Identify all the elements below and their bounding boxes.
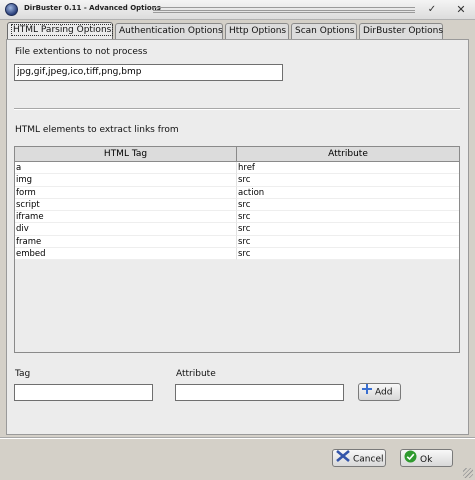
attribute-label: Attribute <box>176 369 216 379</box>
tab-label: Http Options <box>229 26 287 36</box>
tag-cell[interactable]: script <box>15 198 237 212</box>
cancel-button[interactable]: Cancel <box>332 449 386 467</box>
tab-label: Scan Options <box>295 26 355 36</box>
attribute-cell[interactable]: src <box>237 223 459 236</box>
window-title: DirBuster 0.11 - Advanced Options <box>24 4 161 12</box>
table-row[interactable]: script src <box>15 198 459 212</box>
extensions-label: File extentions to not process <box>15 47 148 57</box>
tag-cell[interactable]: iframe <box>15 211 237 224</box>
tab-label: HTML Parsing Options <box>11 24 114 36</box>
footer-divider <box>0 437 475 439</box>
table-header: HTML Tag Attribute <box>15 147 459 162</box>
table-row[interactable]: img src <box>15 174 459 187</box>
tab-dirbuster-options[interactable]: DirBuster Options <box>359 23 443 39</box>
section-divider <box>14 108 460 110</box>
add-button[interactable]: Add <box>358 383 401 401</box>
elements-label: HTML elements to extract links from <box>15 125 179 135</box>
attribute-cell[interactable]: href <box>237 162 459 175</box>
check-circle-icon <box>404 450 417 469</box>
tab-label: Authentication Options <box>119 26 223 36</box>
ok-button[interactable]: Ok <box>400 449 453 467</box>
table-row[interactable]: a href <box>15 162 459 175</box>
tab-scan-options[interactable]: Scan Options <box>291 23 357 39</box>
attribute-cell[interactable]: src <box>237 174 459 187</box>
tab-html-parsing-options[interactable]: HTML Parsing Options <box>7 22 114 40</box>
attribute-cell[interactable]: action <box>237 187 459 199</box>
attribute-cell[interactable]: src <box>237 248 459 261</box>
link-elements-table[interactable]: HTML Tag Attribute a href img src form acti… <box>14 146 460 353</box>
tag-cell[interactable]: div <box>15 223 237 236</box>
tab-label: DirBuster Options <box>363 26 444 36</box>
resize-grip[interactable] <box>463 468 473 478</box>
add-button-label: Add <box>375 387 393 398</box>
tab-authentication-options[interactable]: Authentication Options <box>115 23 223 39</box>
tab-http-options[interactable]: Http Options <box>225 23 289 39</box>
attribute-input[interactable] <box>175 384 344 401</box>
tag-cell[interactable]: img <box>15 174 237 187</box>
tag-cell[interactable]: frame <box>15 235 237 249</box>
plus-icon <box>362 384 372 400</box>
extensions-field[interactable]: jpg,gif,jpeg,ico,tiff,png,bmp <box>14 64 283 81</box>
table-row[interactable]: embed src <box>15 248 459 261</box>
table-row[interactable]: frame src <box>15 235 459 249</box>
close-icon[interactable]: ✕ <box>454 3 468 17</box>
title-bar-grip <box>153 7 415 13</box>
tag-cell[interactable]: embed <box>15 248 237 261</box>
attribute-cell[interactable]: src <box>237 199 459 212</box>
ok-button-label: Ok <box>420 455 433 465</box>
tag-input[interactable] <box>14 384 153 401</box>
dirbuster-app-icon <box>5 3 18 16</box>
tag-label: Tag <box>15 369 31 379</box>
table-row[interactable]: iframe src <box>15 211 459 224</box>
table-body: a href img src form action script src iframe… <box>15 162 459 261</box>
minimize-icon[interactable]: ✓ <box>425 3 439 17</box>
cancel-button-label: Cancel <box>353 454 384 465</box>
tag-cell[interactable]: a <box>15 162 237 175</box>
column-header-attribute[interactable]: Attribute <box>237 147 459 162</box>
cancel-icon <box>336 450 350 468</box>
table-row[interactable]: div src <box>15 223 459 236</box>
title-bar[interactable]: DirBuster 0.11 - Advanced Options ✓ ✕ <box>0 0 475 20</box>
tag-cell[interactable]: form <box>15 186 237 199</box>
attribute-cell[interactable]: src <box>237 236 459 249</box>
column-header-html-tag[interactable]: HTML Tag <box>15 147 237 162</box>
attribute-cell[interactable]: src <box>237 211 459 224</box>
table-row[interactable]: form action <box>15 186 459 199</box>
